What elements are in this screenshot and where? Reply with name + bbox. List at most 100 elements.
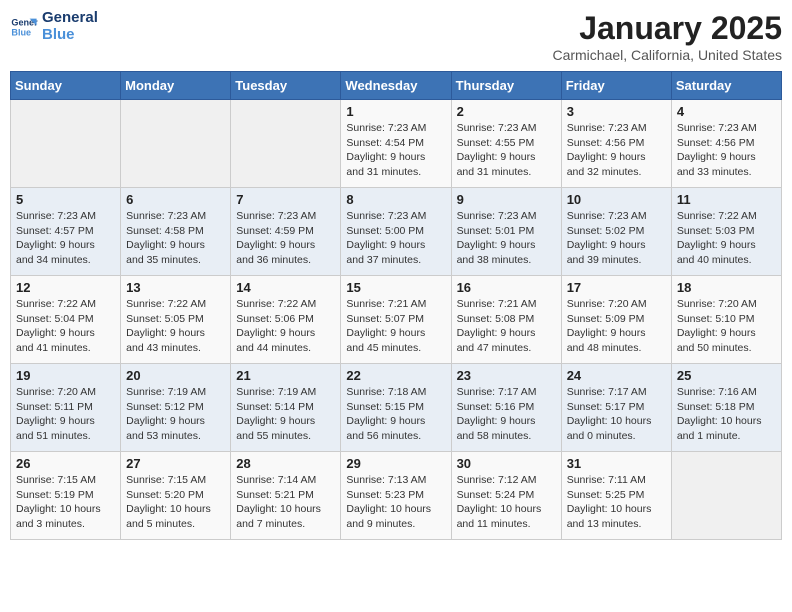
day-number: 3 — [567, 104, 666, 119]
day-info: Sunrise: 7:22 AMSunset: 5:06 PMDaylight:… — [236, 297, 335, 356]
calendar-cell: 28 Sunrise: 7:14 AMSunset: 5:21 PMDayligh… — [231, 452, 341, 540]
calendar-cell: 21 Sunrise: 7:19 AMSunset: 5:14 PMDayligh… — [231, 364, 341, 452]
day-info: Sunrise: 7:23 AMSunset: 4:56 PMDaylight:… — [677, 121, 776, 180]
day-number: 12 — [16, 280, 115, 295]
day-info: Sunrise: 7:23 AMSunset: 4:55 PMDaylight:… — [457, 121, 556, 180]
day-number: 16 — [457, 280, 556, 295]
logo-general: General — [42, 10, 98, 27]
day-number: 23 — [457, 368, 556, 383]
day-number: 19 — [16, 368, 115, 383]
day-number: 20 — [126, 368, 225, 383]
calendar-cell: 19Sunrise: 7:20 AMSunset: 5:11 PMDayligh… — [11, 364, 121, 452]
calendar-cell: 14 Sunrise: 7:22 AMSunset: 5:06 PMDayligh… — [231, 276, 341, 364]
day-info: Sunrise: 7:22 AMSunset: 5:04 PMDaylight:… — [16, 297, 115, 356]
day-info: Sunrise: 7:11 AMSunset: 5:25 PMDaylight:… — [567, 473, 666, 532]
weekday-header: Sunday — [11, 72, 121, 100]
calendar-cell: 1 Sunrise: 7:23 AMSunset: 4:54 PMDaylight… — [341, 100, 451, 188]
calendar-cell: 5 Sunrise: 7:23 AMSunset: 4:57 PMDaylight… — [11, 188, 121, 276]
calendar-cell: 24Sunrise: 7:17 AMSunset: 5:17 PMDayligh… — [561, 364, 671, 452]
calendar-cell: 18 Sunrise: 7:20 AMSunset: 5:10 PMDayligh… — [671, 276, 781, 364]
day-info: Sunrise: 7:15 AMSunset: 5:19 PMDaylight:… — [16, 473, 115, 532]
day-number: 21 — [236, 368, 335, 383]
weekday-row: SundayMondayTuesdayWednesdayThursdayFrid… — [11, 72, 782, 100]
day-info: Sunrise: 7:23 AMSunset: 4:58 PMDaylight:… — [126, 209, 225, 268]
day-number: 26 — [16, 456, 115, 471]
day-number: 28 — [236, 456, 335, 471]
calendar-cell: 15Sunrise: 7:21 AMSunset: 5:07 PMDayligh… — [341, 276, 451, 364]
day-number: 11 — [677, 192, 776, 207]
day-info: Sunrise: 7:19 AMSunset: 5:14 PMDaylight:… — [236, 385, 335, 444]
calendar-cell: 4 Sunrise: 7:23 AMSunset: 4:56 PMDaylight… — [671, 100, 781, 188]
day-info: Sunrise: 7:23 AMSunset: 5:02 PMDaylight:… — [567, 209, 666, 268]
day-info: Sunrise: 7:12 AMSunset: 5:24 PMDaylight:… — [457, 473, 556, 532]
calendar-cell — [11, 100, 121, 188]
day-number: 25 — [677, 368, 776, 383]
day-info: Sunrise: 7:14 AMSunset: 5:21 PMDaylight:… — [236, 473, 335, 532]
title-block: January 2025 Carmichael, California, Uni… — [552, 10, 782, 63]
calendar-cell: 3Sunrise: 7:23 AMSunset: 4:56 PMDaylight… — [561, 100, 671, 188]
day-number: 30 — [457, 456, 556, 471]
calendar-cell: 17 Sunrise: 7:20 AMSunset: 5:09 PMDayligh… — [561, 276, 671, 364]
day-number: 7 — [236, 192, 335, 207]
day-number: 14 — [236, 280, 335, 295]
day-number: 15 — [346, 280, 445, 295]
calendar-week-row: 12 Sunrise: 7:22 AMSunset: 5:04 PMDayligh… — [11, 276, 782, 364]
day-info: Sunrise: 7:15 AMSunset: 5:20 PMDaylight:… — [126, 473, 225, 532]
logo-icon: General Blue — [10, 13, 38, 41]
day-number: 13 — [126, 280, 225, 295]
calendar-cell: 13 Sunrise: 7:22 AMSunset: 5:05 PMDayligh… — [121, 276, 231, 364]
day-info: Sunrise: 7:23 AMSunset: 4:54 PMDaylight:… — [346, 121, 445, 180]
calendar-cell: 27Sunrise: 7:15 AMSunset: 5:20 PMDayligh… — [121, 452, 231, 540]
location: Carmichael, California, United States — [552, 47, 782, 63]
calendar-cell: 30 Sunrise: 7:12 AMSunset: 5:24 PMDayligh… — [451, 452, 561, 540]
day-number: 2 — [457, 104, 556, 119]
day-number: 24 — [567, 368, 666, 383]
weekday-header: Wednesday — [341, 72, 451, 100]
svg-text:Blue: Blue — [11, 27, 31, 37]
weekday-header: Thursday — [451, 72, 561, 100]
calendar-week-row: 26 Sunrise: 7:15 AMSunset: 5:19 PMDayligh… — [11, 452, 782, 540]
day-info: Sunrise: 7:23 AMSunset: 4:57 PMDaylight:… — [16, 209, 115, 268]
day-info: Sunrise: 7:21 AMSunset: 5:08 PMDaylight:… — [457, 297, 556, 356]
calendar-header: SundayMondayTuesdayWednesdayThursdayFrid… — [11, 72, 782, 100]
calendar-cell — [231, 100, 341, 188]
day-number: 6 — [126, 192, 225, 207]
calendar-table: SundayMondayTuesdayWednesdayThursdayFrid… — [10, 71, 782, 540]
day-info: Sunrise: 7:13 AMSunset: 5:23 PMDaylight:… — [346, 473, 445, 532]
calendar-cell: 10Sunrise: 7:23 AMSunset: 5:02 PMDayligh… — [561, 188, 671, 276]
weekday-header: Saturday — [671, 72, 781, 100]
day-info: Sunrise: 7:23 AMSunset: 5:01 PMDaylight:… — [457, 209, 556, 268]
day-number: 17 — [567, 280, 666, 295]
day-number: 5 — [16, 192, 115, 207]
day-info: Sunrise: 7:20 AMSunset: 5:10 PMDaylight:… — [677, 297, 776, 356]
day-info: Sunrise: 7:22 AMSunset: 5:05 PMDaylight:… — [126, 297, 225, 356]
day-number: 8 — [346, 192, 445, 207]
calendar-week-row: 5 Sunrise: 7:23 AMSunset: 4:57 PMDaylight… — [11, 188, 782, 276]
day-number: 1 — [346, 104, 445, 119]
calendar-cell: 12 Sunrise: 7:22 AMSunset: 5:04 PMDayligh… — [11, 276, 121, 364]
calendar-week-row: 1 Sunrise: 7:23 AMSunset: 4:54 PMDaylight… — [11, 100, 782, 188]
calendar-cell: 9 Sunrise: 7:23 AMSunset: 5:01 PMDaylight… — [451, 188, 561, 276]
calendar-cell: 23 Sunrise: 7:17 AMSunset: 5:16 PMDayligh… — [451, 364, 561, 452]
calendar-cell — [671, 452, 781, 540]
day-number: 18 — [677, 280, 776, 295]
day-number: 9 — [457, 192, 556, 207]
calendar-cell: 31 Sunrise: 7:11 AMSunset: 5:25 PMDayligh… — [561, 452, 671, 540]
day-info: Sunrise: 7:18 AMSunset: 5:15 PMDaylight:… — [346, 385, 445, 444]
calendar-week-row: 19Sunrise: 7:20 AMSunset: 5:11 PMDayligh… — [11, 364, 782, 452]
day-info: Sunrise: 7:20 AMSunset: 5:09 PMDaylight:… — [567, 297, 666, 356]
day-number: 4 — [677, 104, 776, 119]
calendar-body: 1 Sunrise: 7:23 AMSunset: 4:54 PMDaylight… — [11, 100, 782, 540]
day-info: Sunrise: 7:16 AMSunset: 5:18 PMDaylight:… — [677, 385, 776, 444]
day-number: 31 — [567, 456, 666, 471]
day-info: Sunrise: 7:19 AMSunset: 5:12 PMDaylight:… — [126, 385, 225, 444]
weekday-header: Monday — [121, 72, 231, 100]
calendar-cell: 25 Sunrise: 7:16 AMSunset: 5:18 PMDayligh… — [671, 364, 781, 452]
calendar-cell: 26 Sunrise: 7:15 AMSunset: 5:19 PMDayligh… — [11, 452, 121, 540]
calendar-cell: 6 Sunrise: 7:23 AMSunset: 4:58 PMDaylight… — [121, 188, 231, 276]
calendar-cell: 29Sunrise: 7:13 AMSunset: 5:23 PMDayligh… — [341, 452, 451, 540]
page-header: General Blue General Blue January 2025 C… — [10, 10, 782, 63]
weekday-header: Friday — [561, 72, 671, 100]
day-info: Sunrise: 7:23 AMSunset: 4:59 PMDaylight:… — [236, 209, 335, 268]
day-info: Sunrise: 7:17 AMSunset: 5:16 PMDaylight:… — [457, 385, 556, 444]
